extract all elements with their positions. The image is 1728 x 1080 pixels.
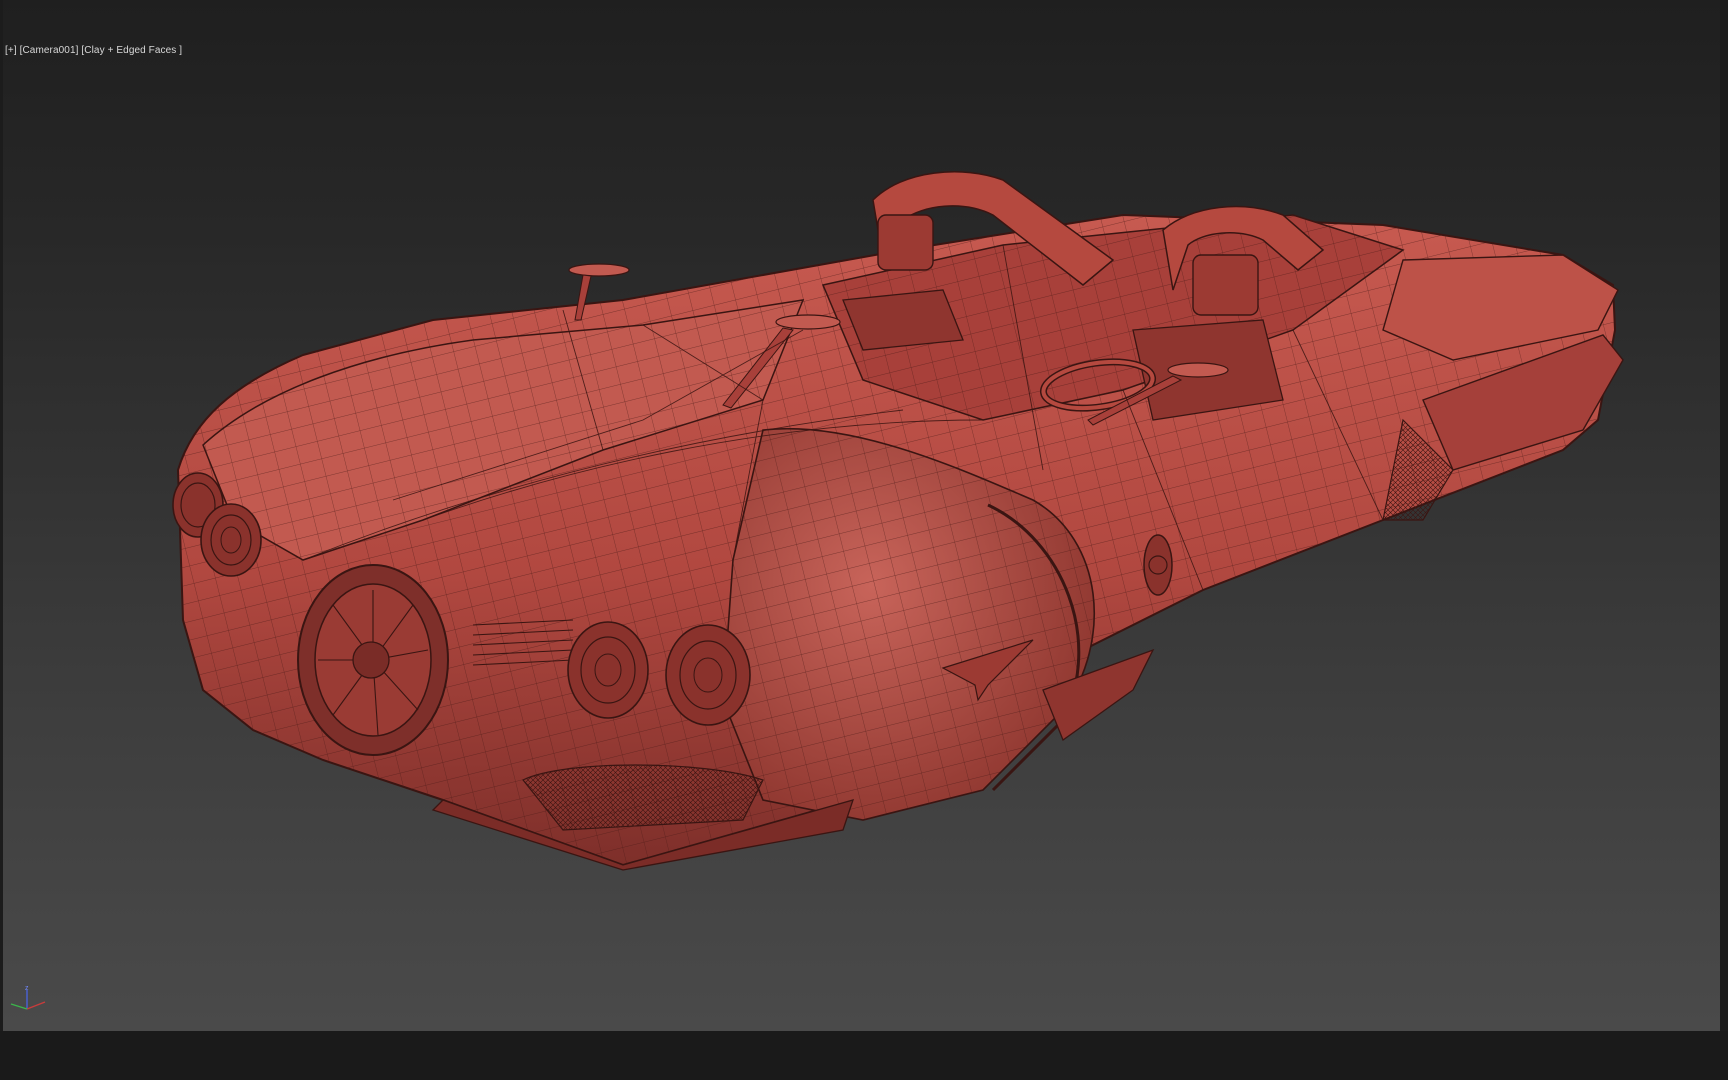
viewport-label: [+] [Camera001] [Clay + Edged Faces ] — [5, 45, 182, 56]
max-window: [+] [Camera001] [Clay + Edged Faces ] z — [0, 0, 1728, 1080]
axis-z-label: z — [25, 985, 29, 992]
viewport-camera-menu[interactable]: [Camera001] — [20, 45, 79, 56]
viewport-menu-plus[interactable]: [+] — [5, 45, 17, 56]
camera-viewport[interactable]: [+] [Camera001] [Clay + Edged Faces ] z — [3, 0, 1720, 1031]
axis-tripod-icon: z — [10, 985, 46, 1010]
hover-car-model — [172, 171, 1624, 871]
viewport-shading-menu[interactable]: [Clay + Edged Faces ] — [81, 45, 182, 56]
bottom-panel — [0, 1031, 1728, 1080]
